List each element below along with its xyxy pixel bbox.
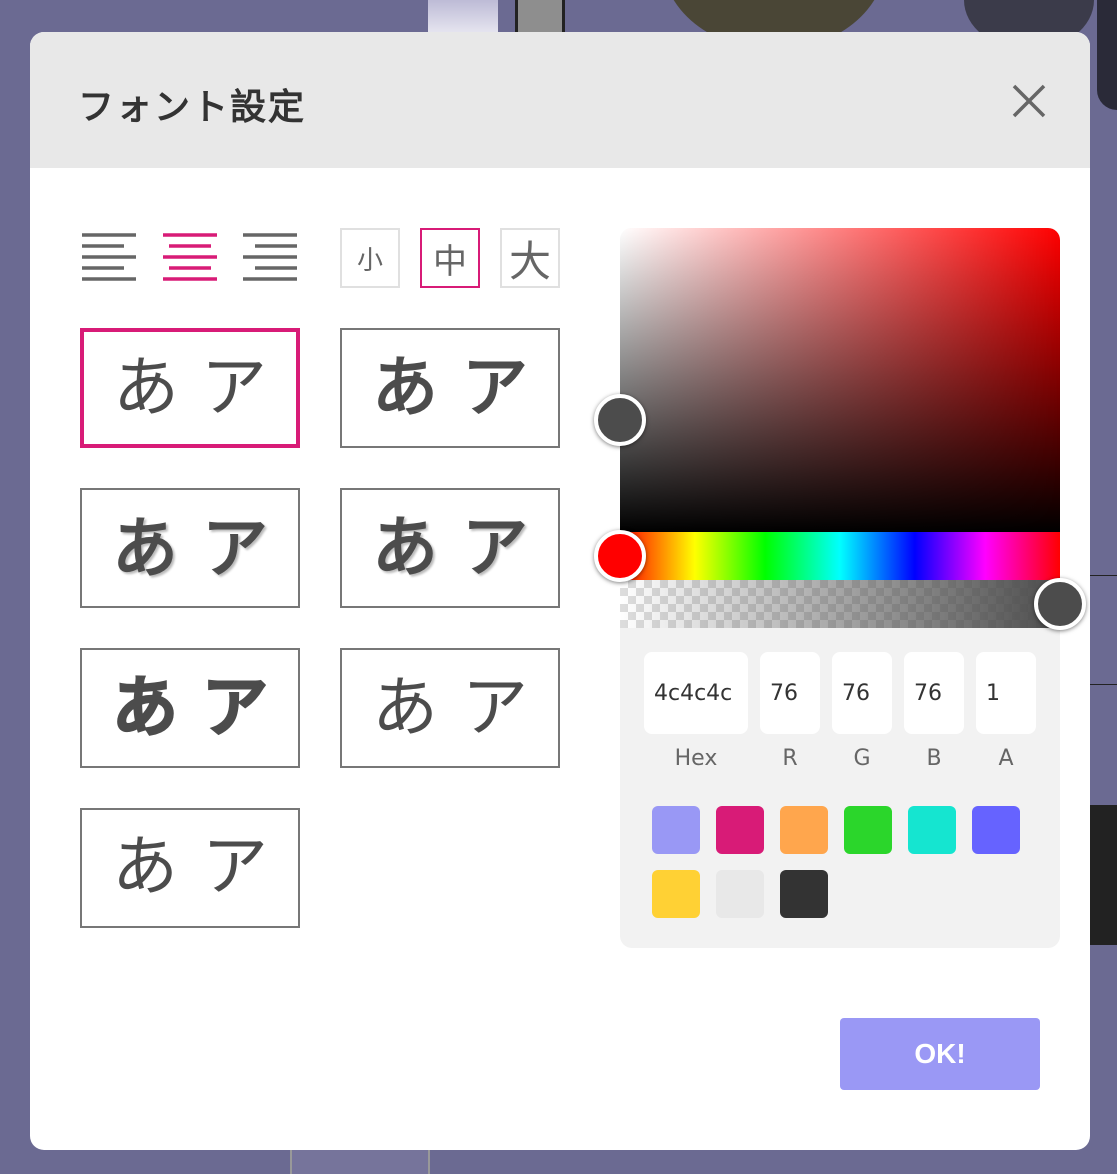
blue-label: B [926, 746, 942, 771]
font-sample-hiragana: あ [113, 349, 179, 426]
size-medium-button[interactable]: 中 [420, 228, 480, 288]
font-style-card[interactable]: あ ア [340, 648, 560, 768]
font-sample-katakana: ア [462, 349, 528, 426]
align-center-button[interactable] [161, 230, 219, 284]
red-input[interactable]: 76 [760, 652, 820, 734]
close-button[interactable] [1006, 78, 1052, 124]
align-right-icon [243, 233, 297, 281]
color-swatch[interactable] [716, 870, 764, 918]
font-sample-hiragana: あ [372, 349, 438, 426]
blue-input[interactable]: 76 [904, 652, 964, 734]
font-sample-katakana: ア [462, 669, 528, 746]
hex-label: Hex [674, 746, 718, 771]
align-left-icon [82, 233, 136, 281]
background-element [1097, 0, 1117, 110]
saturation-value-handle[interactable] [594, 394, 646, 446]
dialog-header: フォント設定 [30, 32, 1090, 168]
font-sample-hiragana: あ [112, 509, 178, 587]
color-swatch[interactable] [844, 806, 892, 854]
size-small-button[interactable]: 小 [340, 228, 400, 288]
font-style-card[interactable]: あ ア [80, 328, 300, 448]
background-element [290, 1148, 430, 1174]
red-label: R [782, 746, 798, 771]
green-input[interactable]: 76 [832, 652, 892, 734]
saturation-value-area[interactable] [620, 228, 1060, 532]
color-swatch[interactable] [972, 806, 1020, 854]
ok-button[interactable]: OK! [840, 1018, 1040, 1090]
alpha-slider[interactable] [620, 580, 1060, 628]
background-element [1090, 575, 1117, 685]
font-sample-hiragana: あ [372, 669, 438, 746]
align-left-button[interactable] [80, 230, 138, 284]
dialog-title: フォント設定 [78, 87, 307, 128]
font-sample-hiragana: あ [111, 669, 179, 746]
alpha-gradient [620, 580, 1060, 628]
alpha-label: A [998, 746, 1014, 771]
align-center-icon [163, 233, 217, 281]
size-large-button[interactable]: 大 [500, 228, 560, 288]
color-swatch[interactable] [716, 806, 764, 854]
color-picker: 4c4c4c 76 76 76 1 Hex R G B A [594, 228, 1086, 948]
font-style-card[interactable]: あ ア [80, 488, 300, 608]
hue-slider[interactable] [620, 532, 1060, 580]
color-swatch[interactable] [652, 870, 700, 918]
color-swatch[interactable] [780, 870, 828, 918]
font-style-card[interactable]: あ ア [80, 808, 300, 928]
font-sample-katakana: ア [462, 509, 528, 586]
alpha-input[interactable]: 1 [976, 652, 1036, 734]
font-sample-katakana: ア [201, 669, 269, 746]
color-swatch[interactable] [780, 806, 828, 854]
background-element [1089, 805, 1117, 945]
hue-handle[interactable] [594, 530, 646, 582]
font-sample-hiragana: あ [372, 509, 438, 586]
close-icon [1012, 84, 1046, 118]
color-swatch[interactable] [908, 806, 956, 854]
font-style-card[interactable]: あ ア [340, 488, 560, 608]
alpha-handle[interactable] [1034, 578, 1086, 630]
font-style-card[interactable]: あ ア [340, 328, 560, 448]
font-style-card[interactable]: あ ア [80, 648, 300, 768]
align-right-button[interactable] [241, 230, 299, 284]
green-label: G [853, 746, 871, 771]
font-sample-katakana: ア [202, 831, 268, 904]
hex-input[interactable]: 4c4c4c [644, 652, 748, 734]
color-swatch[interactable] [652, 806, 700, 854]
font-sample-katakana: ア [201, 349, 267, 426]
font-settings-dialog: フォント設定 小 中 大 あ ア あ ア あ ア あ ア あ ア あ ア あ ア… [30, 32, 1090, 1150]
font-sample-katakana: ア [202, 509, 268, 587]
font-sample-hiragana: あ [112, 831, 178, 904]
